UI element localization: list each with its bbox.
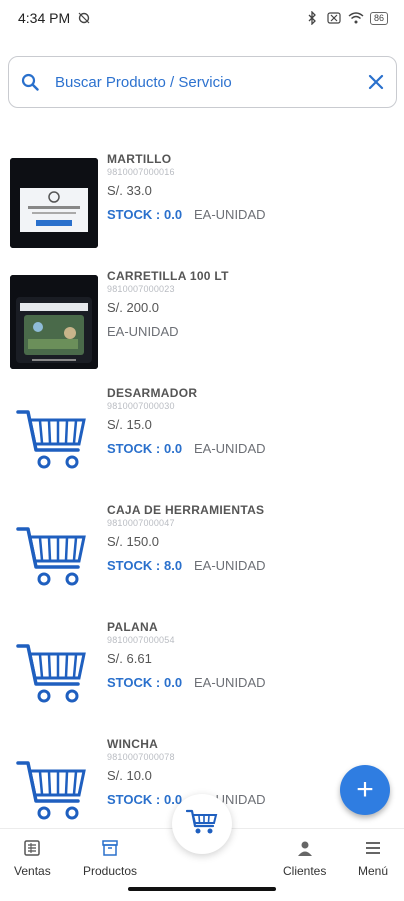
stock-value: 8.0 xyxy=(164,558,183,573)
search-icon xyxy=(21,73,39,91)
product-unit: EA-UNIDAD xyxy=(194,441,266,456)
stock-label: STOCK : xyxy=(107,792,161,807)
cart-button[interactable] xyxy=(172,794,232,854)
nav-productos[interactable]: Productos xyxy=(83,839,137,878)
product-code: 9810007000016 xyxy=(107,167,175,177)
product-image xyxy=(10,275,98,369)
search-input[interactable] xyxy=(53,72,354,92)
stock-label: STOCK : xyxy=(107,558,161,573)
shopping-cart-icon xyxy=(16,406,88,472)
product-unit: EA-UNIDAD xyxy=(107,324,179,339)
nav-ventas[interactable]: Ventas xyxy=(14,839,51,878)
archive-icon xyxy=(101,839,119,860)
nav-clientes[interactable]: Clientes xyxy=(283,839,326,878)
product-name: WINCHA xyxy=(107,737,159,751)
person-icon xyxy=(296,839,314,860)
nav-menu[interactable]: Menú xyxy=(358,839,388,878)
clear-search-icon[interactable] xyxy=(368,74,384,90)
shopping-cart-icon xyxy=(185,808,218,841)
product-item[interactable]: PALANA 9810007000054 S/. 6.61 STOCK : 0.… xyxy=(0,618,404,728)
product-image xyxy=(10,158,98,248)
product-name: DESARMADOR xyxy=(107,386,198,400)
stock-value: 0.0 xyxy=(164,441,183,456)
status-bar: 4:34 PM 86 xyxy=(0,0,404,36)
wifi-icon xyxy=(348,10,364,26)
product-code: 9810007000047 xyxy=(107,518,175,528)
nav-productos-label: Productos xyxy=(83,864,138,878)
home-indicator xyxy=(128,887,276,891)
product-price: S/. 33.0 xyxy=(107,183,152,198)
add-product-button[interactable]: + xyxy=(340,765,390,815)
status-right: 86 xyxy=(304,10,388,26)
product-price: S/. 150.0 xyxy=(107,534,160,549)
status-time: 4:34 PM xyxy=(18,10,71,26)
product-code: 9810007000078 xyxy=(107,752,175,762)
product-item[interactable]: DESARMADOR 9810007000030 S/. 15.0 STOCK … xyxy=(0,384,404,494)
nav-ventas-label: Ventas xyxy=(14,864,51,878)
product-price: S/. 15.0 xyxy=(107,417,152,432)
product-item[interactable]: CAJA DE HERRAMIENTAS 9810007000047 S/. 1… xyxy=(0,501,404,611)
battery-indicator: 86 xyxy=(369,11,388,25)
stock-value: 0.0 xyxy=(164,207,183,222)
hamburger-icon xyxy=(364,839,382,860)
stock-label: STOCK : xyxy=(107,675,161,690)
product-name: MARTILLO xyxy=(107,152,172,166)
product-price: S/. 10.0 xyxy=(107,768,152,783)
stock-label: STOCK : xyxy=(107,441,161,456)
bluetooth-icon xyxy=(304,10,320,26)
product-unit: EA-UNIDAD xyxy=(194,207,266,222)
shopping-cart-icon xyxy=(16,640,88,706)
product-unit: EA-UNIDAD xyxy=(194,675,266,690)
status-left: 4:34 PM xyxy=(18,10,92,26)
product-name: PALANA xyxy=(107,620,158,634)
nav-clientes-label: Clientes xyxy=(283,864,327,878)
product-code: 9810007000030 xyxy=(107,401,175,411)
sim-icon xyxy=(326,10,342,26)
product-code: 9810007000023 xyxy=(107,284,175,294)
stock-label: STOCK : xyxy=(107,207,161,222)
product-code: 9810007000054 xyxy=(107,635,175,645)
shopping-cart-icon xyxy=(16,523,88,589)
product-name: CARRETILLA 100 LT xyxy=(107,269,229,283)
product-unit: EA-UNIDAD xyxy=(194,558,266,573)
product-item[interactable]: MARTILLO 9810007000016 S/. 33.0 STOCK : … xyxy=(0,150,404,260)
product-price: S/. 6.61 xyxy=(107,651,152,666)
product-item[interactable]: CARRETILLA 100 LT 9810007000023 S/. 200.… xyxy=(0,267,404,377)
nav-menu-label: Menú xyxy=(358,864,389,878)
sync-icon xyxy=(76,10,92,26)
search-bar[interactable] xyxy=(8,56,397,108)
product-name: CAJA DE HERRAMIENTAS xyxy=(107,503,265,517)
stock-value: 0.0 xyxy=(164,675,183,690)
product-price: S/. 200.0 xyxy=(107,300,160,315)
receipt-icon xyxy=(23,839,41,860)
plus-icon: + xyxy=(356,773,374,806)
shopping-cart-icon xyxy=(16,757,88,823)
